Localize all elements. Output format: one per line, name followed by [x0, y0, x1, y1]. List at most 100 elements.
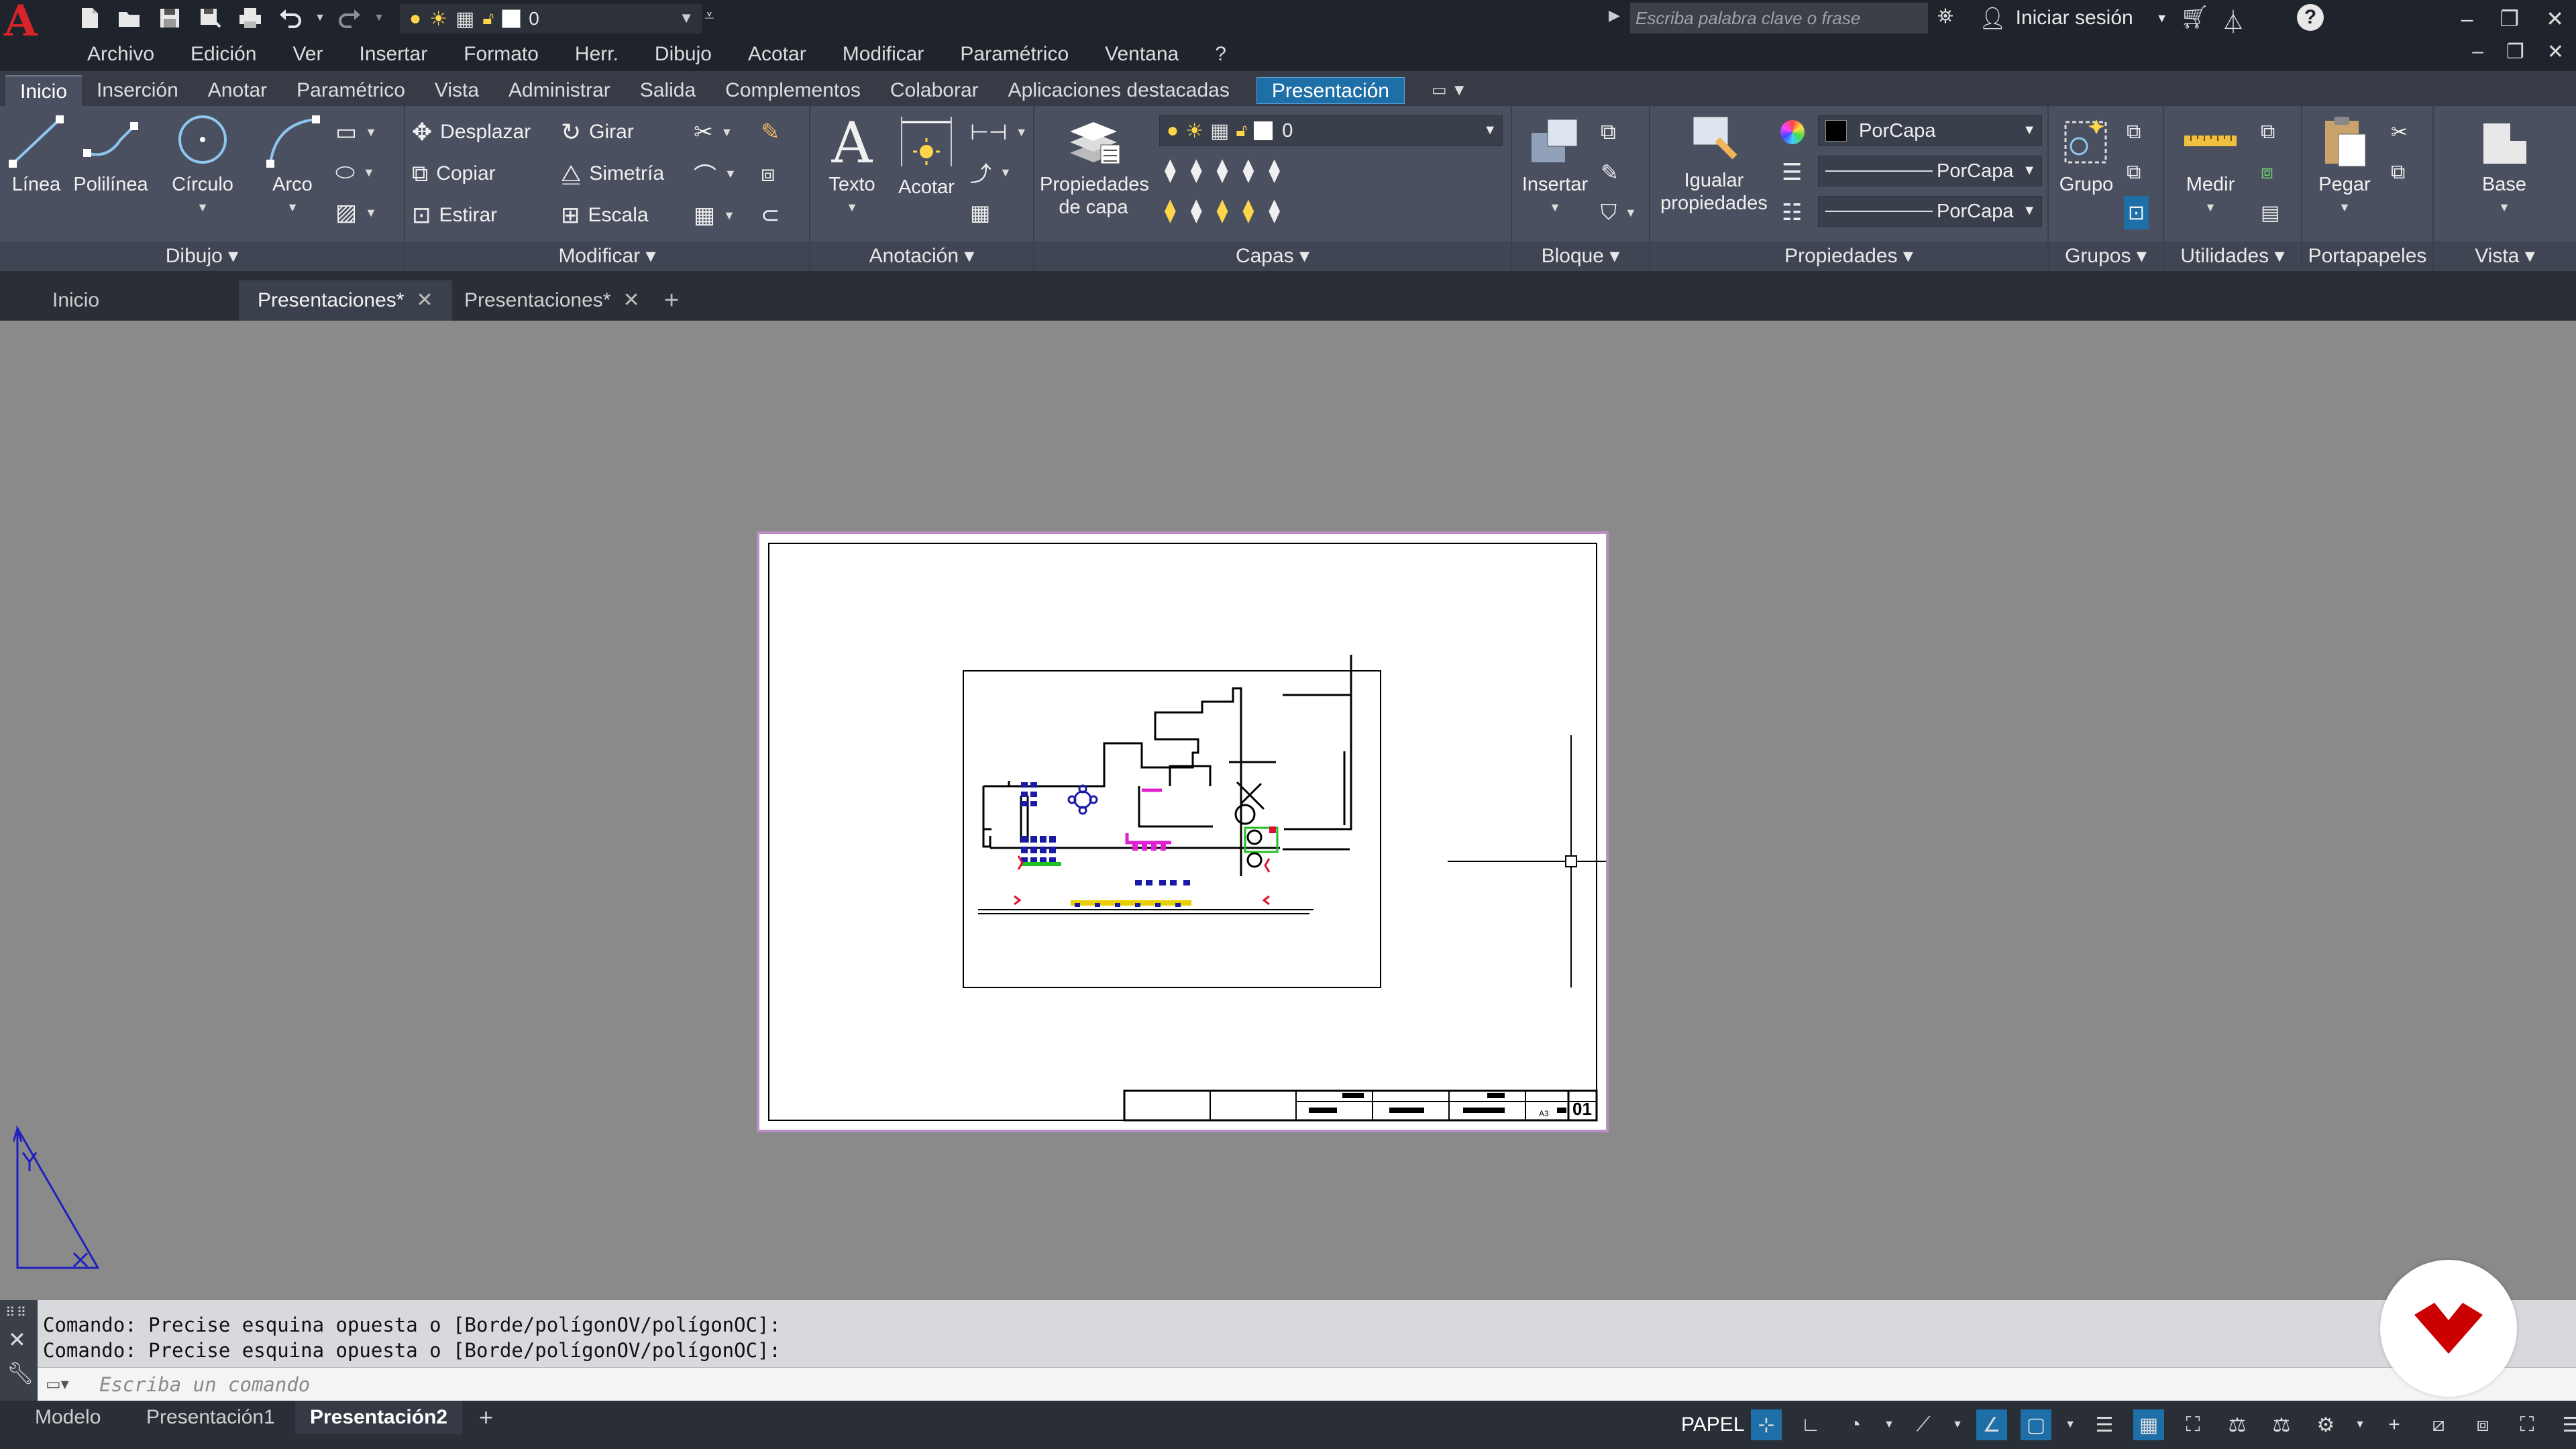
panel-anotacion-title[interactable]: Anotación ▾	[810, 241, 1033, 271]
minimize-icon[interactable]: –	[2461, 7, 2473, 32]
tab-presentacion[interactable]: Presentación	[1256, 77, 1405, 104]
snap-mode-icon[interactable]: ⊹	[1751, 1409, 1782, 1440]
chevron-down-icon[interactable]: ▼	[2355, 1409, 2365, 1440]
layer-combo[interactable]: ● ☀ ▦ 🔓︎ 0 ▼	[1159, 115, 1503, 146]
ribbon-display-toggle-icon[interactable]: ▭ ▼	[1432, 75, 1467, 106]
workspace-gear-icon[interactable]: ⚙	[2310, 1409, 2341, 1440]
layer-on-icon[interactable]: ⧫	[1191, 197, 1202, 224]
menu-dibujo[interactable]: Dibujo	[655, 43, 712, 66]
menu-ventana[interactable]: Ventana	[1105, 43, 1179, 66]
restore-icon[interactable]: ❐	[2500, 6, 2520, 32]
layer-unlock-icon[interactable]: ⧫	[1242, 197, 1254, 224]
panel-capas-title[interactable]: Capas ▾	[1034, 241, 1511, 271]
panel-grupos-title[interactable]: Grupos ▾	[2049, 241, 2163, 271]
polar-icon[interactable]: ◔	[1839, 1409, 1870, 1440]
tab-vista[interactable]: Vista	[420, 75, 494, 106]
menu-parametrico[interactable]: Paramétrico	[960, 43, 1069, 66]
linear-dim-button[interactable]: ⊢⊣ ▼	[970, 115, 1028, 149]
tab-aplicaciones-destacadas[interactable]: Aplicaciones destacadas	[994, 75, 1244, 106]
panel-modificar-title[interactable]: Modificar ▾	[405, 241, 809, 271]
tab-complementos[interactable]: Complementos	[710, 75, 875, 106]
doc-minimize-icon[interactable]: –	[2472, 40, 2483, 64]
text-button[interactable]: A Texto ▼	[820, 113, 884, 219]
trim-button[interactable]: ✂ ▼	[694, 115, 733, 149]
transparency-icon[interactable]: ▦	[2133, 1409, 2164, 1440]
group-edit-button[interactable]: ⧉	[2127, 156, 2141, 189]
ungroup-button[interactable]: ⧉	[2127, 115, 2141, 149]
help-icon[interactable]: ?	[2297, 4, 2324, 31]
object-snap-icon[interactable]: ▢	[2021, 1409, 2051, 1440]
lineweight-combo[interactable]: PorCapa ▼	[1818, 156, 2042, 186]
menu-archivo[interactable]: Archivo	[87, 43, 154, 66]
annotation-monitor-plus-icon[interactable]: +	[2379, 1409, 2410, 1440]
stretch-button[interactable]: ⊡ Estirar	[412, 199, 497, 232]
binoculars-icon[interactable]: ⛯	[1937, 5, 1953, 28]
menu-ver[interactable]: Ver	[292, 43, 323, 66]
array-button[interactable]: ▦ ▼	[694, 199, 735, 232]
color-combo[interactable]: PorCapa ▼	[1818, 115, 2042, 146]
ellipse-button[interactable]: ⬭ ▼	[335, 156, 375, 189]
erase-button[interactable]: ✎	[761, 115, 780, 149]
layer-match-icon[interactable]: ⧫	[1269, 157, 1280, 184]
tab-anotar[interactable]: Anotar	[193, 75, 282, 106]
panel-vista-title[interactable]: Vista ▾	[2434, 241, 2576, 271]
doc-restore-icon[interactable]: ❐	[2506, 40, 2524, 64]
command-prompt-icon[interactable]: ▭▾	[46, 1375, 69, 1394]
annotation-visibility-icon[interactable]: ⚖	[2222, 1409, 2253, 1440]
expand-arrow-icon[interactable]: ▶	[1609, 7, 1620, 24]
clean-screen-icon[interactable]: ⛶	[2512, 1409, 2542, 1440]
new-tab-plus-icon[interactable]: +	[664, 280, 679, 321]
print-icon[interactable]	[235, 3, 266, 34]
panel-propiedades-title[interactable]: Propiedades ▾	[1650, 241, 2047, 271]
selection-cycling-icon[interactable]: ⛶	[2178, 1409, 2208, 1440]
measure-button[interactable]: Medir ▼	[2167, 113, 2254, 219]
tab-parametrico[interactable]: Paramétrico	[282, 75, 420, 106]
insert-block-button[interactable]: Insertar ▼	[1517, 113, 1593, 219]
panel-dibujo-title[interactable]: Dibujo ▾	[0, 241, 404, 271]
file-tab-presentaciones-1[interactable]: Presentaciones* ✕	[239, 280, 452, 321]
menu-formato[interactable]: Formato	[464, 43, 539, 66]
create-block-button[interactable]: ⧉	[1601, 115, 1616, 149]
circle-button[interactable]: Círculo ▼	[165, 113, 240, 219]
line-button[interactable]: Línea	[4, 113, 68, 196]
annotation-scale-icon[interactable]: ⚖	[2266, 1409, 2297, 1440]
close-icon[interactable]: ✕	[416, 289, 433, 311]
close-icon[interactable]: ✕	[8, 1327, 26, 1352]
wrench-icon[interactable]: 🔧︎	[7, 1360, 34, 1386]
file-tab-presentaciones-2[interactable]: Presentaciones* ✕	[445, 280, 659, 321]
group-button[interactable]: Grupo	[2051, 113, 2121, 196]
hatch-button[interactable]: ▨ ▼	[335, 196, 377, 229]
menu-herramientas[interactable]: Herr.	[575, 43, 619, 66]
isometric-icon[interactable]: ∠	[1976, 1409, 2007, 1440]
share-icon[interactable]: ⏃	[2222, 4, 2245, 37]
hardware-acceleration-icon[interactable]: ⧈	[2467, 1409, 2498, 1440]
panel-bloque-title[interactable]: Bloque ▾	[1512, 241, 1649, 271]
chevron-down-icon[interactable]: ▼	[2065, 1409, 2076, 1440]
quick-select-button[interactable]: ⧉	[2261, 115, 2275, 149]
arc-button[interactable]: Arco ▼	[255, 113, 330, 219]
tab-inicio[interactable]: Inicio	[5, 75, 83, 106]
linetype-combo[interactable]: PorCapa ▼	[1818, 196, 2042, 227]
save-icon[interactable]	[154, 3, 185, 34]
menu-acotar[interactable]: Acotar	[748, 43, 806, 66]
scale-button[interactable]: ⊞ Escala	[561, 199, 649, 232]
paper-sheet[interactable]: A3 01	[757, 531, 1609, 1132]
chevron-down-icon[interactable]: ▼	[1952, 1409, 1963, 1440]
ortho-icon[interactable]: ∟	[1795, 1409, 1826, 1440]
close-icon[interactable]: ✕	[623, 289, 639, 311]
signin-button[interactable]: 👤︎ Iniciar sesión ▼	[1979, 3, 2168, 34]
rotate-button[interactable]: ↻ Girar	[561, 115, 634, 149]
space-toggle[interactable]: PAPEL	[1681, 1407, 1745, 1442]
cart-icon[interactable]: 🛒︎	[2180, 4, 2209, 31]
explode-button[interactable]: ⧈	[761, 157, 775, 191]
lineweight-display-icon[interactable]: ☰	[2089, 1409, 2120, 1440]
object-snap-track-icon[interactable]: ⟋	[1908, 1409, 1939, 1440]
group-select-toggle[interactable]: ⊡	[2124, 196, 2149, 229]
select-all-button[interactable]: ⧈	[2261, 156, 2273, 189]
keyword-search-input[interactable]: Escriba palabra clave o frase	[1630, 3, 1928, 34]
menu-modificar[interactable]: Modificar	[843, 43, 924, 66]
layer-off-icon[interactable]: ⧫	[1165, 157, 1176, 184]
layer-freeze-icon[interactable]: ⧫	[1217, 157, 1228, 184]
drawing-area[interactable]: A3 01	[0, 321, 2576, 1300]
save-as-icon[interactable]	[195, 3, 225, 34]
